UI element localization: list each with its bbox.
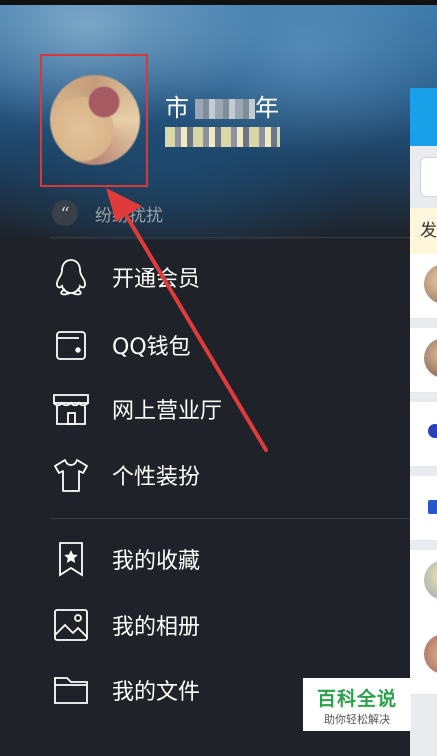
watermark-logo: 百科全说 助你轻松解决 — [303, 678, 411, 731]
annotation-arrow — [106, 188, 268, 452]
qq-sidebar-screen: 发 市年 “ 纷纷扰扰 开通会员 QQ钱包 网上营业厅 个性装扮 我的收藏 我的… — [0, 0, 437, 756]
watermark-title: 百科全说 — [316, 688, 397, 710]
watermark-subtitle: 助你轻松解决 — [324, 713, 390, 726]
